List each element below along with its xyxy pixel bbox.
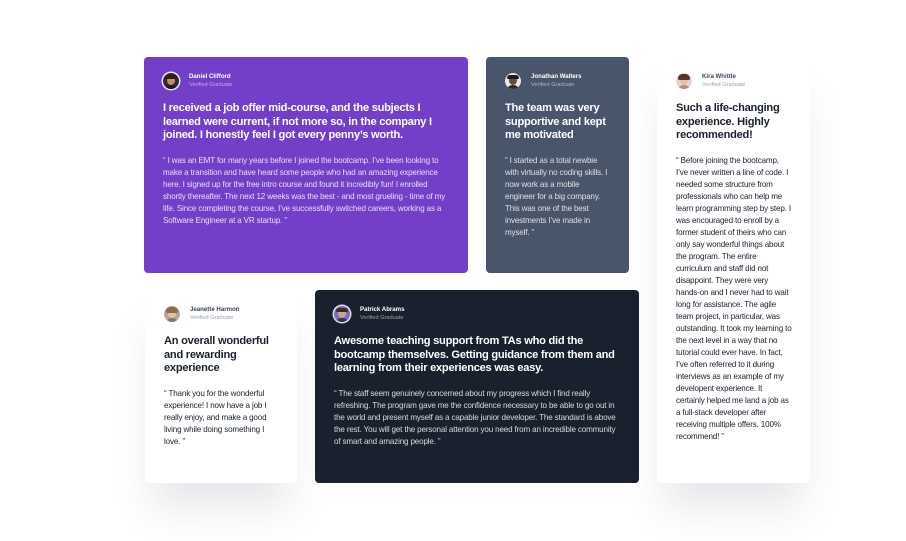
avatar bbox=[505, 73, 521, 89]
author-name: Jeanette Harmon bbox=[190, 306, 240, 314]
testimonial-author: Jeanette Harmon Verified Graduate bbox=[164, 305, 279, 323]
testimonial-author: Jonathan Walters Verified Graduate bbox=[505, 72, 611, 90]
testimonial-card-daniel-clifford: Daniel Clifford Verified Graduate I rece… bbox=[144, 57, 468, 273]
author-role: Verified Graduate bbox=[189, 82, 233, 89]
testimonial-card-patrick-abrams: Patrick Abrams Verified Graduate Awesome… bbox=[315, 290, 639, 483]
testimonial-quote: “ I was an EMT for many years before I j… bbox=[163, 155, 446, 225]
testimonial-author: Patrick Abrams Verified Graduate bbox=[334, 305, 621, 323]
testimonial-headline: I received a job offer mid-course, and t… bbox=[163, 102, 432, 142]
avatar bbox=[676, 73, 692, 89]
testimonial-quote: “ Thank you for the wonderful experience… bbox=[164, 388, 267, 446]
testimonial-card-jonathan-walters: Jonathan Walters Verified Graduate The t… bbox=[486, 57, 629, 273]
avatar bbox=[163, 73, 179, 89]
testimonial-quote: “ I started as a total newbie with virtu… bbox=[505, 155, 608, 237]
author-name: Kira Whittle bbox=[702, 73, 736, 81]
testimonial-author: Daniel Clifford Verified Graduate bbox=[163, 72, 450, 90]
testimonial-card-kira-whittle: Kira Whittle Verified Graduate Such a li… bbox=[657, 57, 810, 483]
testimonial-quote: “ Before joining the bootcamp, I’ve neve… bbox=[676, 155, 792, 441]
testimonial-author: Kira Whittle Verified Graduate bbox=[676, 72, 792, 90]
testimonial-headline: An overall wonderful and rewarding exper… bbox=[164, 335, 269, 375]
author-name: Daniel Clifford bbox=[189, 73, 231, 81]
testimonial-headline: Awesome teaching support from TAs who di… bbox=[334, 335, 615, 375]
author-name: Patrick Abrams bbox=[360, 306, 405, 314]
author-role: Verified Graduate bbox=[702, 82, 746, 89]
testimonial-quote: “ The staff seem genuinely concerned abo… bbox=[334, 388, 616, 446]
author-role: Verified Graduate bbox=[531, 82, 575, 89]
testimonial-headline: Such a life-changing experience. Highly … bbox=[676, 102, 780, 142]
author-name: Jonathan Walters bbox=[531, 73, 582, 81]
testimonial-card-jeanette-harmon: Jeanette Harmon Verified Graduate An ove… bbox=[145, 290, 297, 483]
author-role: Verified Graduate bbox=[190, 315, 234, 322]
avatar bbox=[334, 306, 350, 322]
testimonial-headline: The team was very supportive and kept me… bbox=[505, 102, 606, 142]
avatar bbox=[164, 306, 180, 322]
author-role: Verified Graduate bbox=[360, 315, 404, 322]
